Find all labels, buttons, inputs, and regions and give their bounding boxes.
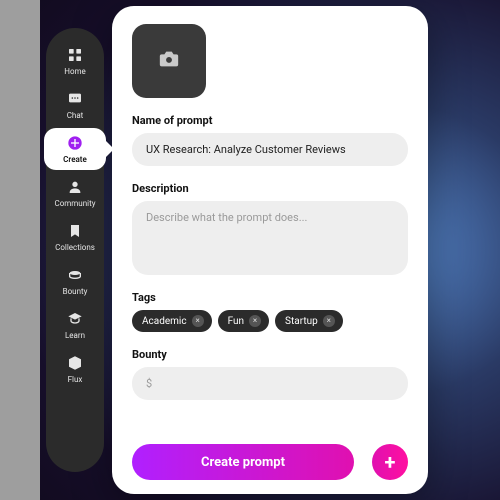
sidebar-item-chat[interactable]: Chat — [46, 90, 104, 120]
sidebar-item-flux[interactable]: Flux — [46, 354, 104, 384]
close-icon[interactable]: × — [249, 315, 261, 327]
sidebar-item-collections[interactable]: Collections — [46, 222, 104, 252]
sidebar-item-label: Home — [64, 67, 86, 76]
close-icon[interactable]: × — [323, 315, 335, 327]
sidebar-item-learn[interactable]: Learn — [46, 310, 104, 340]
tag-label: Fun — [228, 316, 244, 327]
graduation-cap-icon — [66, 310, 84, 328]
close-icon[interactable]: × — [192, 315, 204, 327]
bounty-label: Bounty — [132, 348, 408, 361]
cube-icon — [66, 354, 84, 372]
sidebar-item-label: Collections — [55, 243, 95, 252]
coin-icon — [66, 266, 84, 284]
camera-icon — [158, 48, 180, 74]
tag-chip[interactable]: Fun × — [218, 310, 269, 332]
community-icon — [66, 178, 84, 196]
sidebar-item-label: Chat — [67, 111, 84, 120]
sidebar: Home Chat Create Community Collections B… — [46, 28, 104, 472]
create-prompt-card: Name of prompt Description Tags Academic… — [112, 6, 428, 494]
app-gutter — [0, 0, 40, 500]
description-label: Description — [132, 182, 408, 195]
sidebar-item-create[interactable]: Create — [46, 134, 104, 164]
plus-circle-icon — [66, 134, 84, 152]
tag-chip[interactable]: Startup × — [275, 310, 343, 332]
sidebar-item-label: Flux — [68, 375, 83, 384]
tags-label: Tags — [132, 291, 408, 304]
cta-row: Create prompt + — [132, 444, 408, 480]
sidebar-item-label: Learn — [65, 331, 85, 340]
sidebar-item-bounty[interactable]: Bounty — [46, 266, 104, 296]
home-icon — [66, 46, 84, 64]
sidebar-item-home[interactable]: Home — [46, 46, 104, 76]
tag-label: Startup — [285, 316, 318, 327]
description-input[interactable] — [132, 201, 408, 275]
name-input[interactable] — [132, 133, 408, 166]
sidebar-item-label: Bounty — [63, 287, 88, 296]
add-button[interactable]: + — [372, 444, 408, 480]
sidebar-item-community[interactable]: Community — [46, 178, 104, 208]
tag-chip[interactable]: Academic × — [132, 310, 212, 332]
cta-divider — [360, 444, 366, 480]
tag-label: Academic — [142, 316, 187, 327]
sidebar-item-label: Create — [63, 155, 87, 164]
chat-icon — [66, 90, 84, 108]
name-label: Name of prompt — [132, 114, 408, 127]
tags-container: Academic × Fun × Startup × — [132, 310, 408, 332]
thumbnail-upload[interactable] — [132, 24, 206, 98]
create-prompt-button[interactable]: Create prompt — [132, 444, 354, 480]
bounty-input[interactable] — [132, 367, 408, 400]
sidebar-item-label: Community — [55, 199, 96, 208]
plus-icon: + — [385, 450, 396, 474]
bookmark-icon — [66, 222, 84, 240]
